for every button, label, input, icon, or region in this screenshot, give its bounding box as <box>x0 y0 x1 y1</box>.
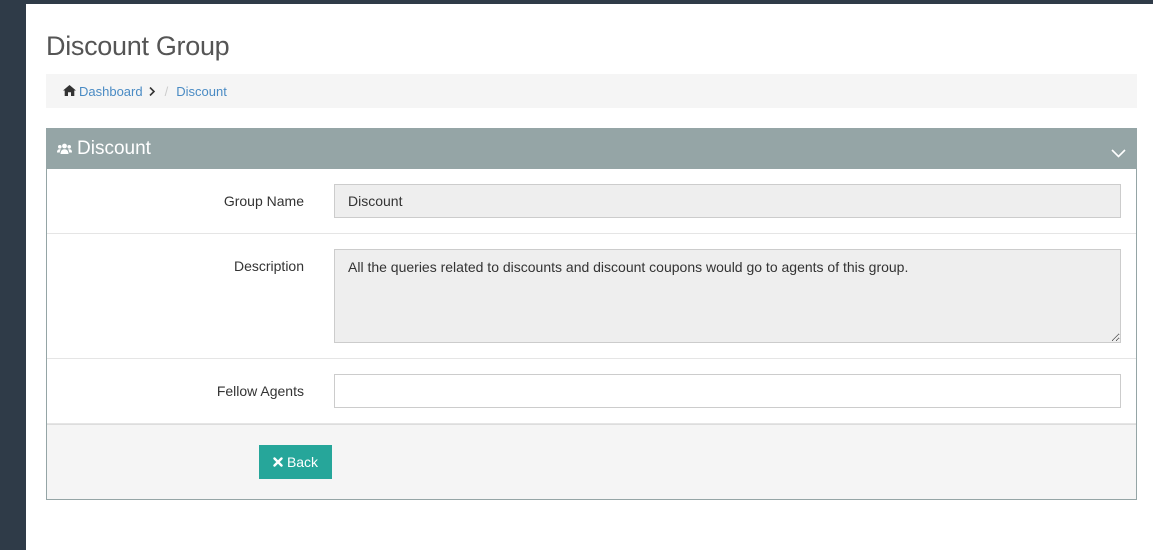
chevron-down-icon[interactable] <box>1111 142 1126 164</box>
fellow-agents-label: Fellow Agents <box>216 383 304 399</box>
fellow-agents-row: Fellow Agents <box>47 359 1136 424</box>
breadcrumb-current-link[interactable]: Discount <box>176 84 227 99</box>
breadcrumb-dashboard-link[interactable]: Dashboard <box>63 84 143 99</box>
panel-title: Discount <box>77 138 151 159</box>
group-name-label: Group Name <box>223 193 304 209</box>
breadcrumb-dashboard-label: Dashboard <box>79 83 143 99</box>
chevron-right-icon <box>149 86 155 96</box>
users-icon <box>57 143 72 155</box>
group-name-row: Group Name <box>47 169 1136 234</box>
discount-panel: Discount Group Name Description All the … <box>46 128 1137 500</box>
home-icon <box>63 84 79 99</box>
back-button-label: Back <box>286 454 319 470</box>
description-textarea[interactable]: All the queries related to discounts and… <box>334 249 1121 343</box>
breadcrumb: Dashboard / Discount <box>46 74 1137 108</box>
main-content: Discount Group Dashboard / Discount Disc… <box>46 4 1137 500</box>
times-icon <box>273 454 287 470</box>
panel-footer: Back <box>47 424 1136 499</box>
page-title: Discount Group <box>46 31 230 61</box>
fellow-agents-field[interactable] <box>334 374 1121 408</box>
group-name-input[interactable] <box>334 184 1121 218</box>
description-row: Description All the queries related to d… <box>47 234 1136 359</box>
panel-heading: Discount <box>47 129 1136 169</box>
description-label: Description <box>233 258 304 274</box>
left-sidebar <box>0 0 26 550</box>
back-button[interactable]: Back <box>259 445 332 479</box>
breadcrumb-separator: / <box>164 83 169 99</box>
